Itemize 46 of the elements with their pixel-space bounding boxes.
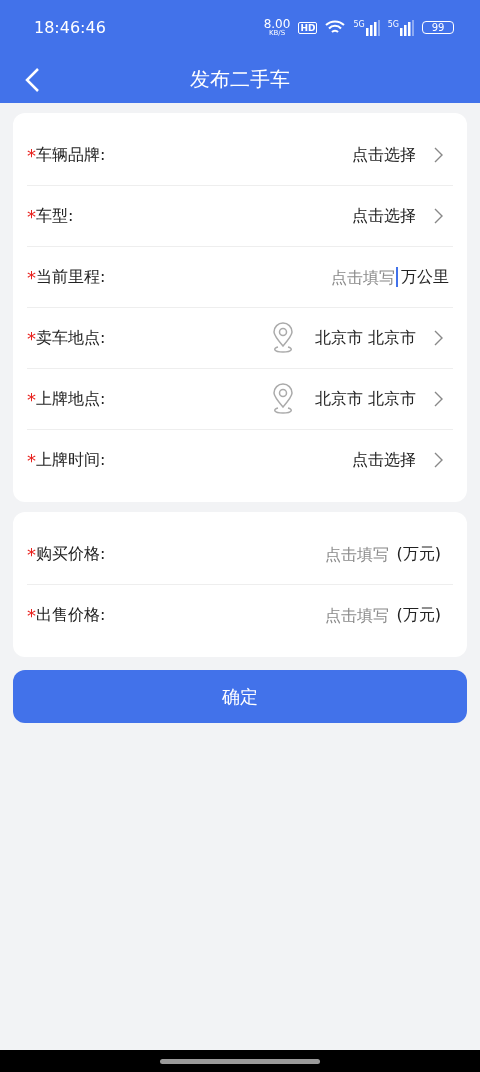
row-value[interactable]: 北京市 北京市	[314, 388, 416, 410]
required-mark: *	[27, 327, 36, 349]
field-label: 上牌地点:	[36, 388, 107, 410]
unit-label: 万公里	[401, 266, 449, 288]
field-label: 当前里程:	[36, 266, 107, 288]
row-value[interactable]: 点击选择	[352, 205, 416, 227]
network-type: 5G	[353, 19, 365, 29]
network-speed: 8.00	[263, 18, 291, 30]
row-value[interactable]: 点击选择	[352, 449, 416, 471]
clock: 18:46:46	[34, 18, 107, 37]
row-value[interactable]: 北京市 北京市	[314, 327, 416, 349]
field-label: 卖车地点:	[36, 327, 107, 349]
signal-icon	[400, 19, 414, 36]
chevron-right-icon	[434, 330, 443, 346]
unit-label: (万元)	[396, 543, 441, 565]
unit-label: (万元)	[396, 604, 441, 626]
confirm-button[interactable]: 确定	[13, 670, 467, 723]
page-title: 发布二手车	[190, 65, 290, 93]
chevron-right-icon	[434, 452, 443, 468]
location-pin-icon	[270, 383, 295, 415]
required-mark: *	[27, 266, 36, 288]
field-label: 车辆品牌:	[36, 144, 107, 166]
input-field[interactable]: 点击填写	[319, 267, 395, 287]
network-type: 5G	[387, 19, 399, 29]
field-label: 上牌时间:	[36, 449, 107, 471]
home-indicator[interactable]	[160, 1058, 320, 1064]
required-mark: *	[27, 604, 36, 626]
required-mark: *	[27, 449, 36, 471]
required-mark: *	[27, 388, 36, 410]
field-label: 购买价格:	[36, 543, 107, 565]
field-label: 车型:	[36, 205, 75, 227]
field-label: 出售价格:	[36, 604, 107, 626]
required-mark: *	[27, 205, 36, 227]
back-icon[interactable]	[24, 67, 40, 93]
required-mark: *	[27, 543, 36, 565]
hd-badge: HD	[298, 21, 318, 34]
chevron-right-icon	[434, 147, 443, 163]
required-mark: *	[27, 144, 36, 166]
battery-level: 99	[422, 21, 454, 34]
input-field[interactable]: 点击填写	[312, 605, 389, 625]
signal-icon	[365, 19, 380, 36]
chevron-right-icon	[434, 391, 443, 407]
chevron-right-icon	[434, 208, 443, 224]
input-field[interactable]: 点击填写	[312, 544, 389, 564]
location-pin-icon	[270, 322, 295, 354]
row-value[interactable]: 点击选择	[352, 144, 416, 166]
